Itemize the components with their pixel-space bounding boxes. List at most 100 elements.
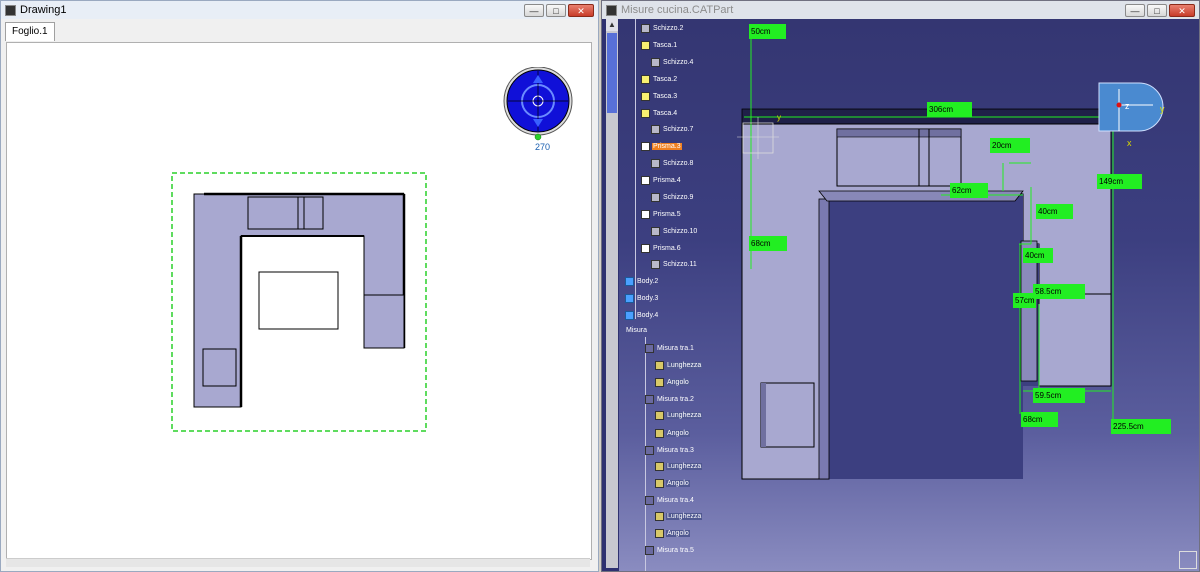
scroll-thumb[interactable] [607, 33, 617, 113]
scroll-up-icon[interactable]: ▲ [606, 19, 618, 31]
tree-node-body[interactable]: Body.4 [625, 311, 659, 320]
measure-icon [645, 496, 654, 505]
dimension-label[interactable]: 68cm [749, 236, 787, 251]
tree-node-sketch[interactable]: Schizzo.4 [651, 58, 694, 67]
geometry-icon [655, 429, 664, 438]
tree-node-pocket[interactable]: Tasca.3 [641, 92, 678, 101]
measure-icon [645, 344, 654, 353]
sketch-icon [651, 159, 660, 168]
tree-node-sketch[interactable]: Schizzo.7 [651, 125, 694, 134]
tree-node-sketch[interactable]: Schizzo.11 [651, 260, 698, 269]
close-button[interactable]: ✕ [568, 3, 594, 17]
minimize-button[interactable]: — [524, 3, 544, 17]
prism-icon [641, 142, 650, 151]
tree-node-measure[interactable]: Misura tra.5 [645, 546, 695, 555]
tree-node-measure[interactable]: Misura tra.2 [645, 395, 695, 404]
dimension-label[interactable]: 68cm [1021, 412, 1058, 427]
tree-node-angle[interactable]: Angolo [655, 429, 690, 438]
cabinet-block [202, 348, 237, 387]
tree-node-length[interactable]: Lunghezza [655, 361, 703, 370]
tree-node-length[interactable]: Lunghezza [655, 512, 703, 521]
catpart-window-title: Misure cucina.CATPart [621, 4, 734, 16]
compass-icon[interactable] [501, 67, 575, 153]
tree-node-prism[interactable]: Prisma.3 [641, 142, 682, 151]
drawing-hscrollbar[interactable] [6, 558, 590, 567]
measure-icon [645, 395, 654, 404]
tree-node-angle[interactable]: Angolo [655, 529, 690, 538]
pocket-icon [641, 41, 650, 50]
tree-node-body[interactable]: Body.3 [625, 294, 659, 303]
axis-z-label: z [1125, 101, 1130, 111]
dimension-label[interactable]: 40cm [1023, 248, 1053, 263]
sketch-icon [651, 193, 660, 202]
dimension-label[interactable]: 50cm [749, 24, 786, 39]
tree-node-measure[interactable]: Misura tra.1 [645, 344, 695, 353]
tree-node-length[interactable]: Lunghezza [655, 411, 703, 420]
geometry-icon [655, 361, 664, 370]
sink-outline [247, 196, 324, 230]
sketch-icon [651, 227, 660, 236]
sketch-icon [651, 125, 660, 134]
geometry-icon [655, 479, 664, 488]
compass-angle: 270 [535, 142, 551, 152]
tree-node-sketch[interactable]: Schizzo.10 [651, 227, 698, 236]
tree-node-measure[interactable]: Misura tra.4 [645, 496, 695, 505]
prism-icon [641, 176, 650, 185]
drawing-window-title: Drawing1 [20, 4, 67, 16]
dimension-label[interactable]: 306cm [927, 102, 972, 117]
tree-node-prism[interactable]: Prisma.5 [641, 210, 682, 219]
dimension-label[interactable]: 62cm [950, 183, 988, 198]
dimension-label[interactable]: 225.5cm [1111, 419, 1171, 434]
tree-node-prism[interactable]: Prisma.6 [641, 244, 682, 253]
dimension-label[interactable]: 40cm [1036, 204, 1073, 219]
tree-node-length[interactable]: Lunghezza [655, 462, 703, 471]
maximize-button[interactable]: □ [1147, 3, 1167, 17]
tree-node-pocket[interactable]: Tasca.4 [641, 109, 678, 118]
catpart-app-icon [606, 4, 617, 16]
tree-node-angle[interactable]: Angolo [655, 378, 690, 387]
tree-node-sketch[interactable]: Schizzo.9 [651, 193, 694, 202]
tree-node-sketch[interactable]: Schizzo.8 [651, 159, 694, 168]
geometry-icon [655, 411, 664, 420]
drawing-titlebar[interactable]: Drawing1 — □ ✕ [1, 1, 598, 19]
catpart-window: Misure cucina.CATPart — □ ✕ ▲ z y x y Sc… [601, 0, 1200, 572]
dimension-label[interactable]: 149cm [1097, 174, 1142, 189]
sketch-icon [641, 24, 650, 33]
body-icon [625, 277, 634, 286]
axis-x-label: x [1127, 138, 1132, 148]
geometry-icon [655, 462, 664, 471]
pocket-icon [641, 75, 650, 84]
minimize-button[interactable]: — [1125, 3, 1145, 17]
sketch-icon [651, 58, 660, 67]
tree-node-pocket[interactable]: Tasca.1 [641, 41, 678, 50]
resize-grip-icon[interactable] [1179, 551, 1197, 569]
dimension-label[interactable]: 59.5cm [1033, 388, 1085, 403]
tree-node-body[interactable]: Body.2 [625, 277, 659, 286]
dimension-label[interactable]: 58.5cm [1033, 284, 1085, 299]
prism-icon [641, 244, 650, 253]
axis-y-label: y [1160, 104, 1165, 114]
sketch-axis-y-label: y [777, 113, 781, 122]
dimension-label[interactable]: 20cm [990, 138, 1030, 153]
tree-node-angle[interactable]: Angolo [655, 479, 690, 488]
dimension-label[interactable]: 57cm [1013, 293, 1036, 308]
body-icon [625, 311, 634, 320]
tree-scrollbar[interactable]: ▲ [606, 19, 618, 568]
measure-icon [645, 446, 654, 455]
tree-node-measure[interactable]: Misura tra.3 [645, 446, 695, 455]
3d-viewport[interactable]: z y x y Schizzo.2 Tasca.1 Schizzo.4 Tasc… [619, 19, 1199, 571]
tab-sheet[interactable]: Foglio.1 [5, 22, 55, 41]
close-button[interactable]: ✕ [1169, 3, 1195, 17]
3d-model [737, 27, 1164, 480]
tree-node-measure-group[interactable]: Misura [625, 327, 648, 334]
tree-node-prism[interactable]: Prisma.4 [641, 176, 682, 185]
body-icon [625, 294, 634, 303]
drawing-sheet[interactable]: 270 [6, 42, 592, 560]
prism-icon [641, 210, 650, 219]
measure-icon [645, 546, 654, 555]
tree-node-sketch[interactable]: Schizzo.2 [641, 24, 684, 33]
tree-node-pocket[interactable]: Tasca.2 [641, 75, 678, 84]
catpart-titlebar[interactable]: Misure cucina.CATPart — □ ✕ [602, 1, 1199, 19]
maximize-button[interactable]: □ [546, 3, 566, 17]
drawing-window: Drawing1 — □ ✕ Foglio.1 270 [0, 0, 599, 572]
